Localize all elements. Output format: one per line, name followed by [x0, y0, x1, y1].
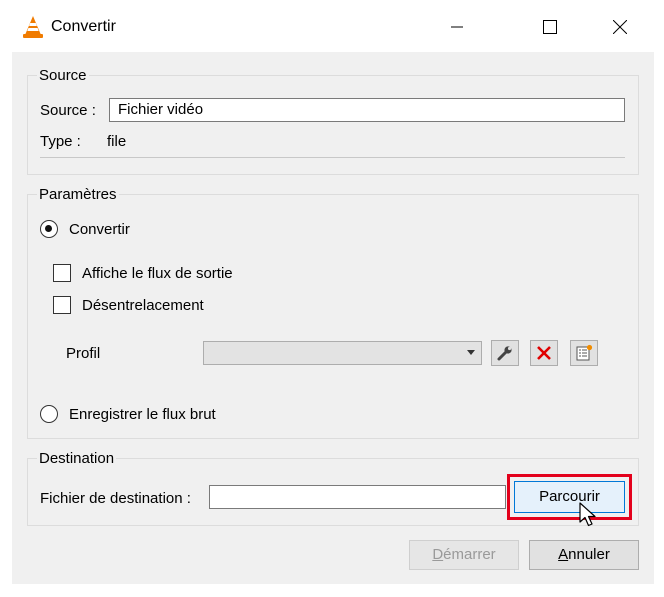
- delete-profile-button[interactable]: [530, 340, 558, 366]
- edit-profile-button[interactable]: [491, 340, 519, 366]
- window-title: Convertir: [51, 18, 116, 35]
- cancel-label-rest: nnuler: [568, 546, 610, 563]
- start-mnemonic: D: [432, 546, 444, 563]
- wrench-icon: [497, 346, 512, 361]
- title-bar: Convertir: [0, 0, 664, 52]
- start-label-rest: émarrer: [443, 546, 496, 563]
- source-label: Source :: [40, 102, 96, 119]
- minimize-icon: [451, 26, 463, 28]
- maximize-button[interactable]: [527, 8, 573, 46]
- raw-dump-radio[interactable]: [40, 405, 58, 423]
- deinterlace-label[interactable]: Désentrelacement: [82, 297, 204, 314]
- deinterlace-checkbox[interactable]: [53, 296, 71, 314]
- new-profile-icon: [576, 344, 593, 361]
- dialog-body: Source Source : Fichier vidéo Type : fil…: [12, 52, 654, 584]
- cancel-mnemonic: A: [558, 546, 569, 563]
- close-icon: [613, 20, 627, 34]
- browse-button[interactable]: Parcourir: [514, 481, 625, 513]
- params-group-title: Paramètres: [37, 186, 119, 203]
- mouse-pointer-icon: [579, 502, 596, 527]
- source-separator: [40, 157, 625, 158]
- delete-icon: [537, 346, 551, 360]
- close-button[interactable]: [597, 8, 643, 46]
- convert-radio[interactable]: [40, 220, 58, 238]
- profile-dropdown[interactable]: [203, 341, 482, 365]
- type-label: Type :: [40, 133, 81, 150]
- source-group: Source: [27, 67, 639, 175]
- show-output-label[interactable]: Affiche le flux de sortie: [82, 265, 233, 282]
- vlc-cone-icon: [23, 16, 43, 38]
- radio-selected-dot: [45, 225, 52, 232]
- show-output-checkbox[interactable]: [53, 264, 71, 282]
- start-button[interactable]: Démarrer: [409, 540, 519, 570]
- profile-label: Profil: [66, 345, 101, 362]
- chevron-down-icon: [467, 350, 475, 355]
- maximize-icon: [543, 20, 557, 34]
- convert-label[interactable]: Convertir: [69, 221, 130, 238]
- new-profile-button[interactable]: [570, 340, 598, 366]
- type-value: file: [107, 133, 127, 150]
- destination-group-title: Destination: [37, 450, 117, 467]
- raw-dump-label[interactable]: Enregistrer le flux brut: [69, 406, 216, 423]
- cancel-button[interactable]: Annuler: [529, 540, 639, 570]
- source-group-title: Source: [37, 67, 89, 84]
- destination-file-label: Fichier de destination :: [40, 490, 191, 507]
- source-field[interactable]: Fichier vidéo: [109, 98, 625, 122]
- minimize-button[interactable]: [434, 8, 480, 46]
- destination-file-field[interactable]: [209, 485, 506, 509]
